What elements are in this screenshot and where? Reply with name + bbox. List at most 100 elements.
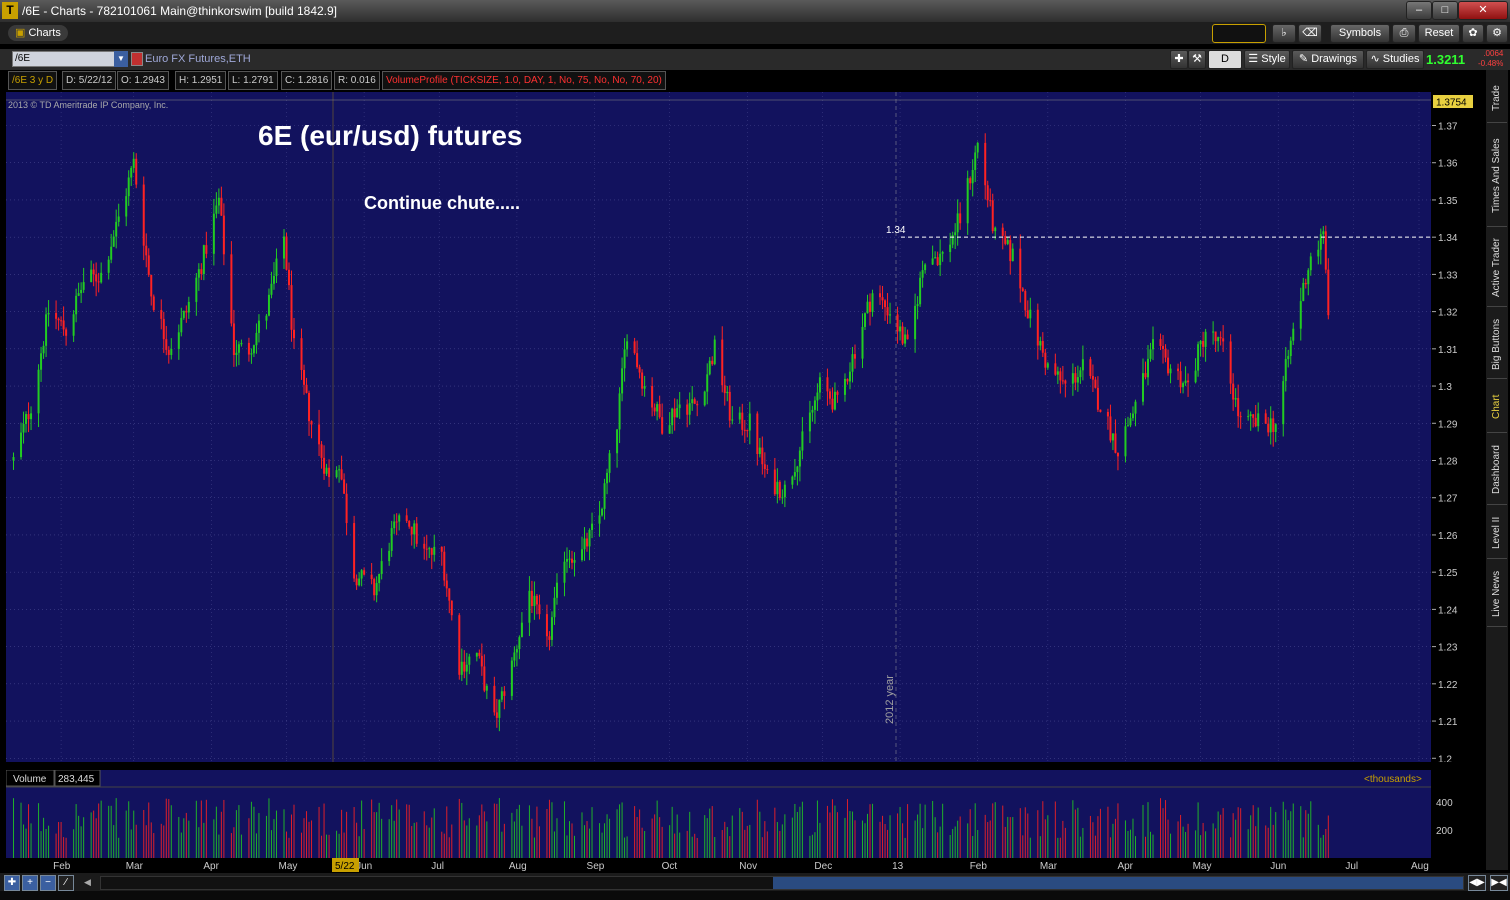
- change-box: .0064 -0.48%: [1478, 49, 1503, 69]
- candle-body: [1269, 418, 1272, 433]
- candle-body: [954, 232, 957, 236]
- price-chart-svg[interactable]: 1.34 2013 © TD Ameritrade IP Company, In…: [6, 92, 1431, 762]
- candle-body: [380, 561, 383, 575]
- pencil-icon: ✎: [1298, 53, 1309, 65]
- candle-body: [408, 520, 411, 527]
- candle-body: [1272, 418, 1275, 433]
- candle-body: [831, 398, 834, 410]
- tab-dashboard[interactable]: Dashboard: [1487, 436, 1507, 505]
- annotation-note[interactable]: Continue chute.....: [364, 193, 520, 213]
- volume-axis: 400 200: [1432, 770, 1482, 858]
- minimize-button[interactable]: –: [1406, 1, 1432, 20]
- price-high-badge-text: 1.3754: [1436, 98, 1467, 109]
- expand-icon[interactable]: ◀▶: [1468, 875, 1486, 891]
- candle-body: [673, 408, 676, 418]
- candle-body: [623, 349, 626, 369]
- crosshair-icon[interactable]: ✚: [1170, 50, 1188, 69]
- quick-quote-box[interactable]: [1212, 24, 1266, 43]
- candle-body: [568, 558, 571, 560]
- chevron-down-icon[interactable]: ▼: [114, 51, 128, 67]
- candle-body: [989, 200, 992, 202]
- candle-body: [896, 314, 899, 332]
- symbols-button[interactable]: Symbols: [1330, 24, 1390, 43]
- candle-body: [237, 344, 240, 353]
- candle-body: [463, 661, 466, 672]
- candle-body: [951, 235, 954, 245]
- candle-body: [1284, 359, 1287, 382]
- candle-body: [904, 334, 907, 344]
- tab-charts[interactable]: ▣ Charts: [8, 25, 68, 41]
- candle-body: [503, 691, 506, 696]
- candle-body: [728, 391, 731, 421]
- collapse-icon[interactable]: ▶◀: [1490, 875, 1508, 891]
- crosshair-mode-icon[interactable]: ✚: [4, 875, 20, 891]
- candle-body: [500, 691, 503, 700]
- candle-body: [200, 269, 203, 274]
- candle-body: [1199, 340, 1202, 345]
- price-tick-label: 1.27: [1438, 494, 1458, 505]
- info-study[interactable]: VolumeProfile (TICKSIZE, 1.0, DAY, 1, No…: [382, 71, 666, 90]
- tab-big-buttons[interactable]: Big Buttons: [1487, 310, 1507, 379]
- wrench-icon[interactable]: ⚒: [1188, 50, 1206, 69]
- candle-body: [808, 412, 811, 432]
- date-axis[interactable]: Feb Mar Apr May Jun Jul Aug Sep Oct Nov Dec 13 Feb Ma…: [6, 858, 1431, 874]
- candle-body: [713, 339, 716, 365]
- zoom-out-icon[interactable]: −: [40, 875, 56, 891]
- candle-body: [485, 685, 488, 691]
- maximize-button[interactable]: □: [1432, 1, 1458, 20]
- candle-body: [410, 526, 413, 535]
- reset-button[interactable]: Reset: [1418, 24, 1460, 43]
- candle-body: [57, 318, 60, 321]
- tab-times-and-sales[interactable]: Times And Sales: [1487, 126, 1507, 227]
- period-selector[interactable]: D: [1208, 50, 1242, 69]
- volume-chart[interactable]: Volume 283,445 <thousands>: [5, 769, 1431, 858]
- time-scrollbar[interactable]: [100, 876, 1464, 890]
- candle-body: [778, 481, 781, 498]
- link-color-icon[interactable]: [131, 52, 143, 66]
- candle-body: [796, 466, 799, 473]
- tab-level-ii[interactable]: Level II: [1487, 508, 1507, 559]
- symbol-input[interactable]: /6E: [12, 51, 116, 67]
- candle-body: [813, 400, 816, 410]
- candle-body: [353, 523, 356, 579]
- tab-active-trader[interactable]: Active Trader: [1487, 230, 1507, 307]
- candle-body: [1036, 309, 1039, 346]
- candle-body: [393, 521, 396, 529]
- style-button[interactable]: ☰ Style: [1244, 50, 1290, 69]
- candle-body: [573, 560, 576, 563]
- info-period[interactable]: /6E 3 y D: [8, 71, 58, 90]
- drawings-button[interactable]: ✎ Drawings: [1292, 50, 1364, 69]
- symbol-description: Euro FX Futures,ETH: [145, 53, 251, 65]
- candle-body: [1131, 413, 1134, 419]
- scroll-left-icon[interactable]: ◀: [84, 876, 96, 888]
- tab-chart[interactable]: Chart: [1487, 382, 1507, 433]
- print-icon[interactable]: ⎙: [1392, 24, 1416, 43]
- candle-body: [1187, 380, 1190, 383]
- settings-icon[interactable]: ⚙: [1486, 24, 1508, 43]
- candle-body: [290, 285, 293, 330]
- message-icon[interactable]: ⌫: [1298, 24, 1322, 43]
- candle-body: [691, 399, 694, 404]
- studies-button[interactable]: ∿ Studies: [1366, 50, 1424, 69]
- tab-live-news[interactable]: Live News: [1487, 562, 1507, 627]
- price-tick-label: 1.26: [1438, 531, 1458, 542]
- bell-icon[interactable]: ♭: [1272, 24, 1296, 43]
- candle-body: [1177, 368, 1180, 372]
- price-chart[interactable]: 1.34 2013 © TD Ameritrade IP Company, In…: [6, 92, 1431, 762]
- pin-icon[interactable]: ✿: [1462, 24, 1484, 43]
- price-axis-svg: 1.37 1.36 1.35 1.34 1.33 1.32 1.31 1.3 1.29 1.28 1…: [1432, 95, 1473, 765]
- scrollbar-thumb[interactable]: [773, 877, 1463, 889]
- candle-body: [565, 559, 568, 562]
- candle-body: [956, 213, 959, 233]
- close-button[interactable]: ✕: [1458, 1, 1508, 20]
- candle-body: [1222, 338, 1225, 342]
- zoom-in-icon[interactable]: +: [22, 875, 38, 891]
- candle-body: [686, 404, 689, 415]
- annotation-title[interactable]: 6E (eur/usd) futures: [258, 120, 522, 151]
- drawing-tool-icon[interactable]: ∕: [58, 875, 74, 891]
- tab-trade[interactable]: Trade: [1487, 74, 1507, 123]
- candle-body: [879, 293, 882, 298]
- candle-body: [187, 301, 190, 313]
- price-axis[interactable]: 1.37 1.36 1.35 1.34 1.33 1.32 1.31 1.3 1.29 1.28 1…: [1432, 92, 1482, 765]
- candle-body: [738, 412, 741, 420]
